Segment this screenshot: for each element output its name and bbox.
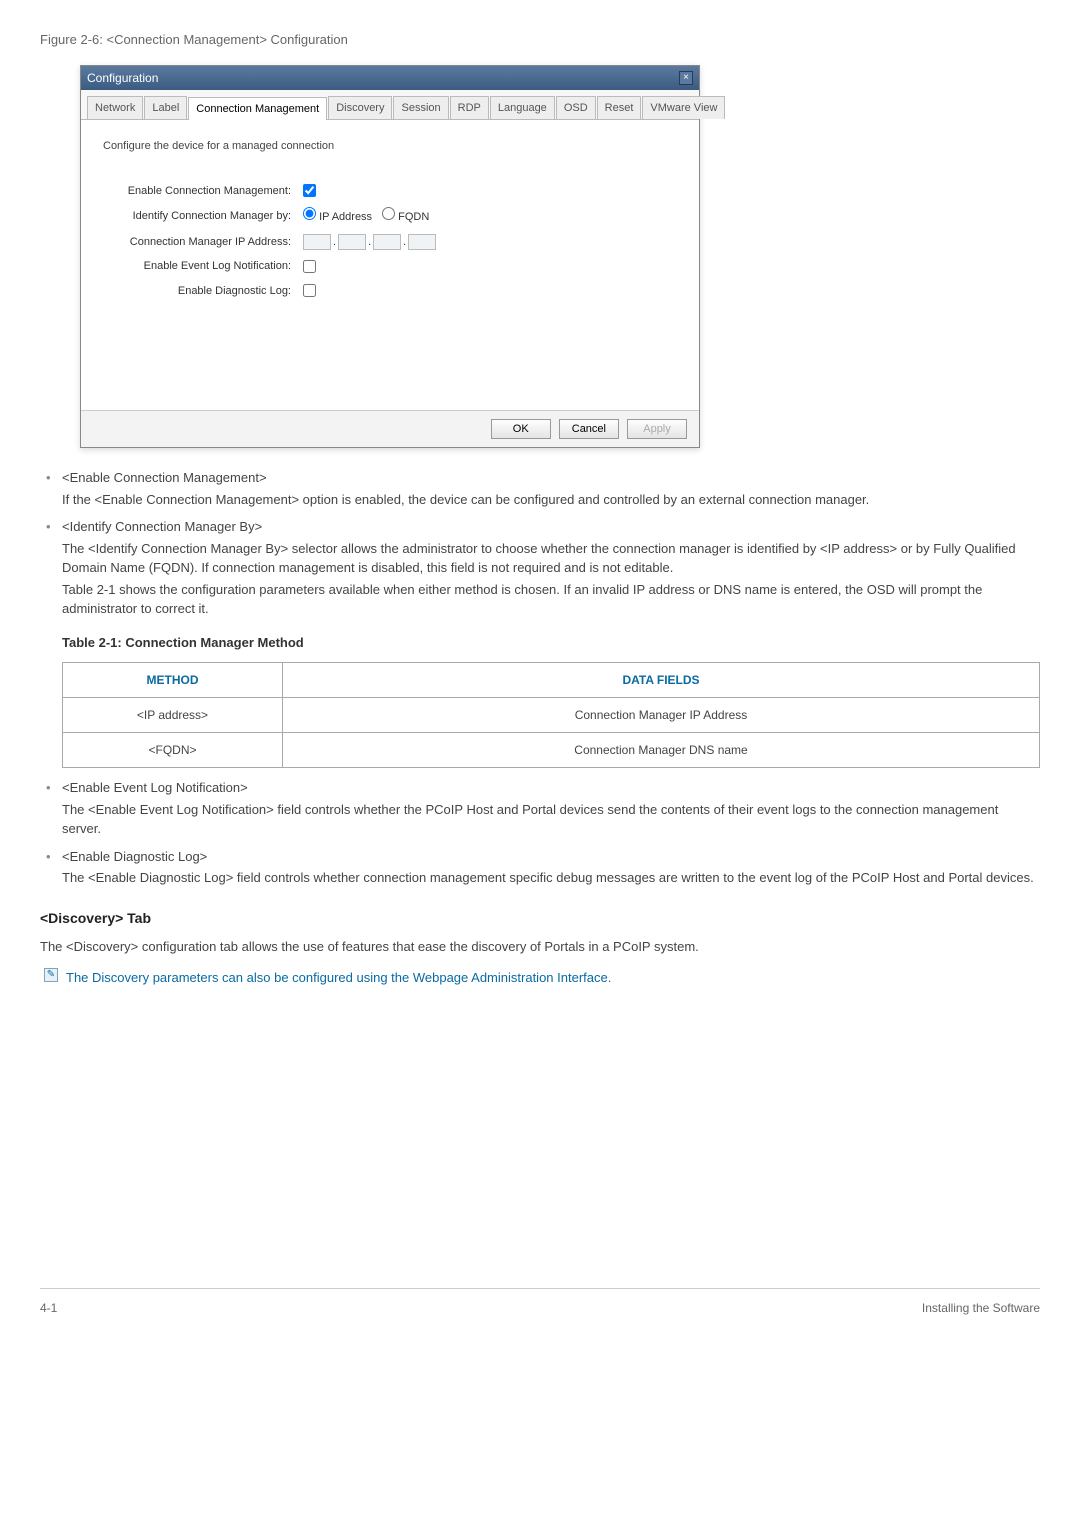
bullet-body-2: Table 2-1 shows the configuration parame… — [62, 580, 1040, 619]
close-icon[interactable]: × — [679, 71, 693, 85]
bullet-list-2: <Enable Event Log Notification> The <Ena… — [40, 778, 1040, 888]
dialog-instruction: Configure the device for a managed conne… — [103, 138, 677, 155]
table-header: DATA FIELDS — [283, 663, 1040, 698]
dialog-title: Configuration — [87, 69, 158, 87]
discovery-heading: <Discovery> Tab — [40, 908, 1040, 929]
method-table: METHOD DATA FIELDS <IP address> Connecti… — [62, 662, 1040, 768]
radio-fqdn-label: FQDN — [398, 211, 429, 223]
note-icon: ✎ — [44, 968, 58, 982]
tab-osd[interactable]: OSD — [556, 96, 596, 120]
tab-reset[interactable]: Reset — [597, 96, 642, 120]
label-identify-by: Identify Connection Manager by: — [103, 208, 303, 225]
dialog-screenshot: Configuration × Network Label Connection… — [80, 65, 1040, 449]
table-row: <IP address> Connection Manager IP Addre… — [63, 698, 1040, 733]
tab-label[interactable]: Label — [144, 96, 187, 120]
apply-button[interactable]: Apply — [627, 419, 687, 439]
page-footer: 4-1 Installing the Software — [40, 1288, 1040, 1317]
table-header: METHOD — [63, 663, 283, 698]
tab-language[interactable]: Language — [490, 96, 555, 120]
bullet-body: The <Enable Diagnostic Log> field contro… — [62, 868, 1040, 888]
radio-ip-label: IP Address — [319, 211, 372, 223]
dialog-footer: OK Cancel Apply — [81, 410, 699, 447]
bullet-body: If the <Enable Connection Management> op… — [62, 490, 1040, 510]
checkbox-enable-diag[interactable] — [303, 284, 316, 297]
dialog-titlebar: Configuration × — [81, 66, 699, 90]
bullet-title: <Identify Connection Manager By> — [62, 519, 262, 534]
checkbox-enable-evt[interactable] — [303, 260, 316, 273]
ok-button[interactable]: OK — [491, 419, 551, 439]
label-enable-evt: Enable Event Log Notification: — [103, 258, 303, 275]
discovery-paragraph: The <Discovery> configuration tab allows… — [40, 937, 1040, 957]
table-cell: <FQDN> — [63, 733, 283, 768]
bullet-body: The <Identify Connection Manager By> sel… — [62, 539, 1040, 578]
note-text: The Discovery parameters can also be con… — [66, 968, 611, 988]
bullet-title: <Enable Connection Management> — [62, 470, 267, 485]
bullet-list-1: <Enable Connection Management> If the <E… — [40, 468, 1040, 619]
figure-caption: Figure 2-6: <Connection Management> Conf… — [40, 30, 1040, 50]
table-cell: Connection Manager DNS name — [283, 733, 1040, 768]
label-cm-ip: Connection Manager IP Address: — [103, 234, 303, 251]
tab-vmware-view[interactable]: VMware View — [642, 96, 725, 120]
tab-row: Network Label Connection Management Disc… — [81, 90, 699, 121]
bullet-body: The <Enable Event Log Notification> fiel… — [62, 800, 1040, 839]
radio-ip[interactable] — [303, 207, 316, 220]
tab-network[interactable]: Network — [87, 96, 143, 120]
cancel-button[interactable]: Cancel — [559, 419, 619, 439]
note-line: ✎ The Discovery parameters can also be c… — [44, 968, 1040, 988]
configuration-dialog: Configuration × Network Label Connection… — [80, 65, 700, 449]
label-enable-cm: Enable Connection Management: — [103, 183, 303, 200]
radio-fqdn-wrap[interactable]: FQDN — [382, 207, 429, 226]
bullet-title: <Enable Diagnostic Log> — [62, 849, 207, 864]
tab-discovery[interactable]: Discovery — [328, 96, 392, 120]
ip-address-input[interactable]: ... — [303, 234, 436, 251]
radio-ip-wrap[interactable]: IP Address — [303, 207, 372, 226]
tab-session[interactable]: Session — [393, 96, 448, 120]
checkbox-enable-cm[interactable] — [303, 184, 316, 197]
dialog-body: Configure the device for a managed conne… — [81, 120, 699, 410]
table-cell: <IP address> — [63, 698, 283, 733]
tab-connection-management[interactable]: Connection Management — [188, 97, 327, 121]
footer-left: 4-1 — [40, 1299, 57, 1317]
table-row: <FQDN> Connection Manager DNS name — [63, 733, 1040, 768]
tab-rdp[interactable]: RDP — [450, 96, 489, 120]
footer-right: Installing the Software — [922, 1299, 1040, 1317]
label-enable-diag: Enable Diagnostic Log: — [103, 283, 303, 300]
table-cell: Connection Manager IP Address — [283, 698, 1040, 733]
radio-fqdn[interactable] — [382, 207, 395, 220]
bullet-title: <Enable Event Log Notification> — [62, 780, 248, 795]
table-caption: Table 2-1: Connection Manager Method — [62, 633, 1040, 653]
